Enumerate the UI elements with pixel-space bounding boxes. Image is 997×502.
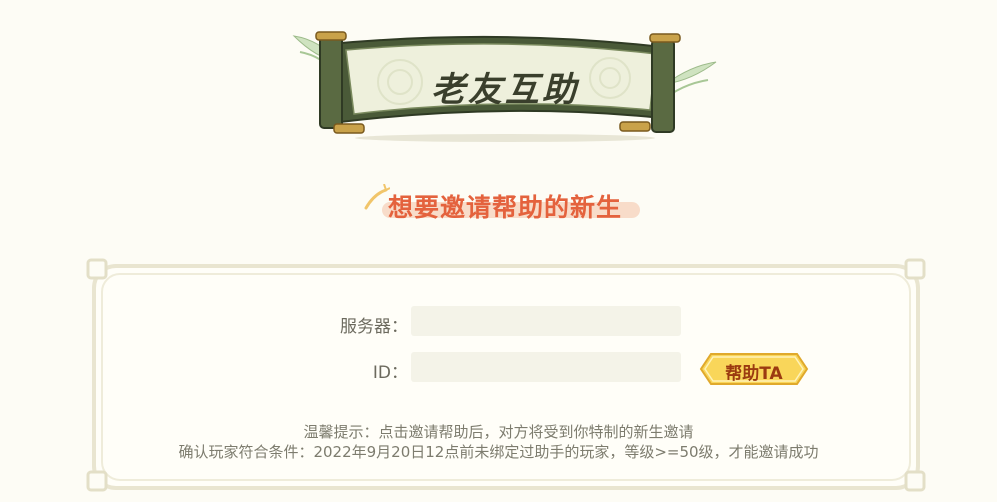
- id-input[interactable]: [411, 352, 681, 382]
- server-input[interactable]: [411, 306, 681, 336]
- help-ta-button-label: 帮助TA: [725, 364, 783, 384]
- id-label: ID：: [372, 363, 408, 383]
- section-subtitle-wrap: 想要邀请帮助的新生: [360, 176, 650, 226]
- page-title: 老友互助: [431, 70, 579, 110]
- help-ta-button[interactable]: 帮助TA: [699, 352, 809, 386]
- tip-line-1: 温馨提示：点击邀请帮助后，对方将受到你特制的新生邀请: [303, 423, 694, 441]
- server-label: 服务器：: [340, 317, 408, 337]
- section-subtitle: 想要邀请帮助的新生: [387, 193, 622, 222]
- tip-line-2: 确认玩家符合条件：2022年9月20日12点前未绑定过助手的玩家，等级>=50级…: [178, 443, 819, 461]
- title-scroll-banner: 老友互助: [290, 22, 720, 144]
